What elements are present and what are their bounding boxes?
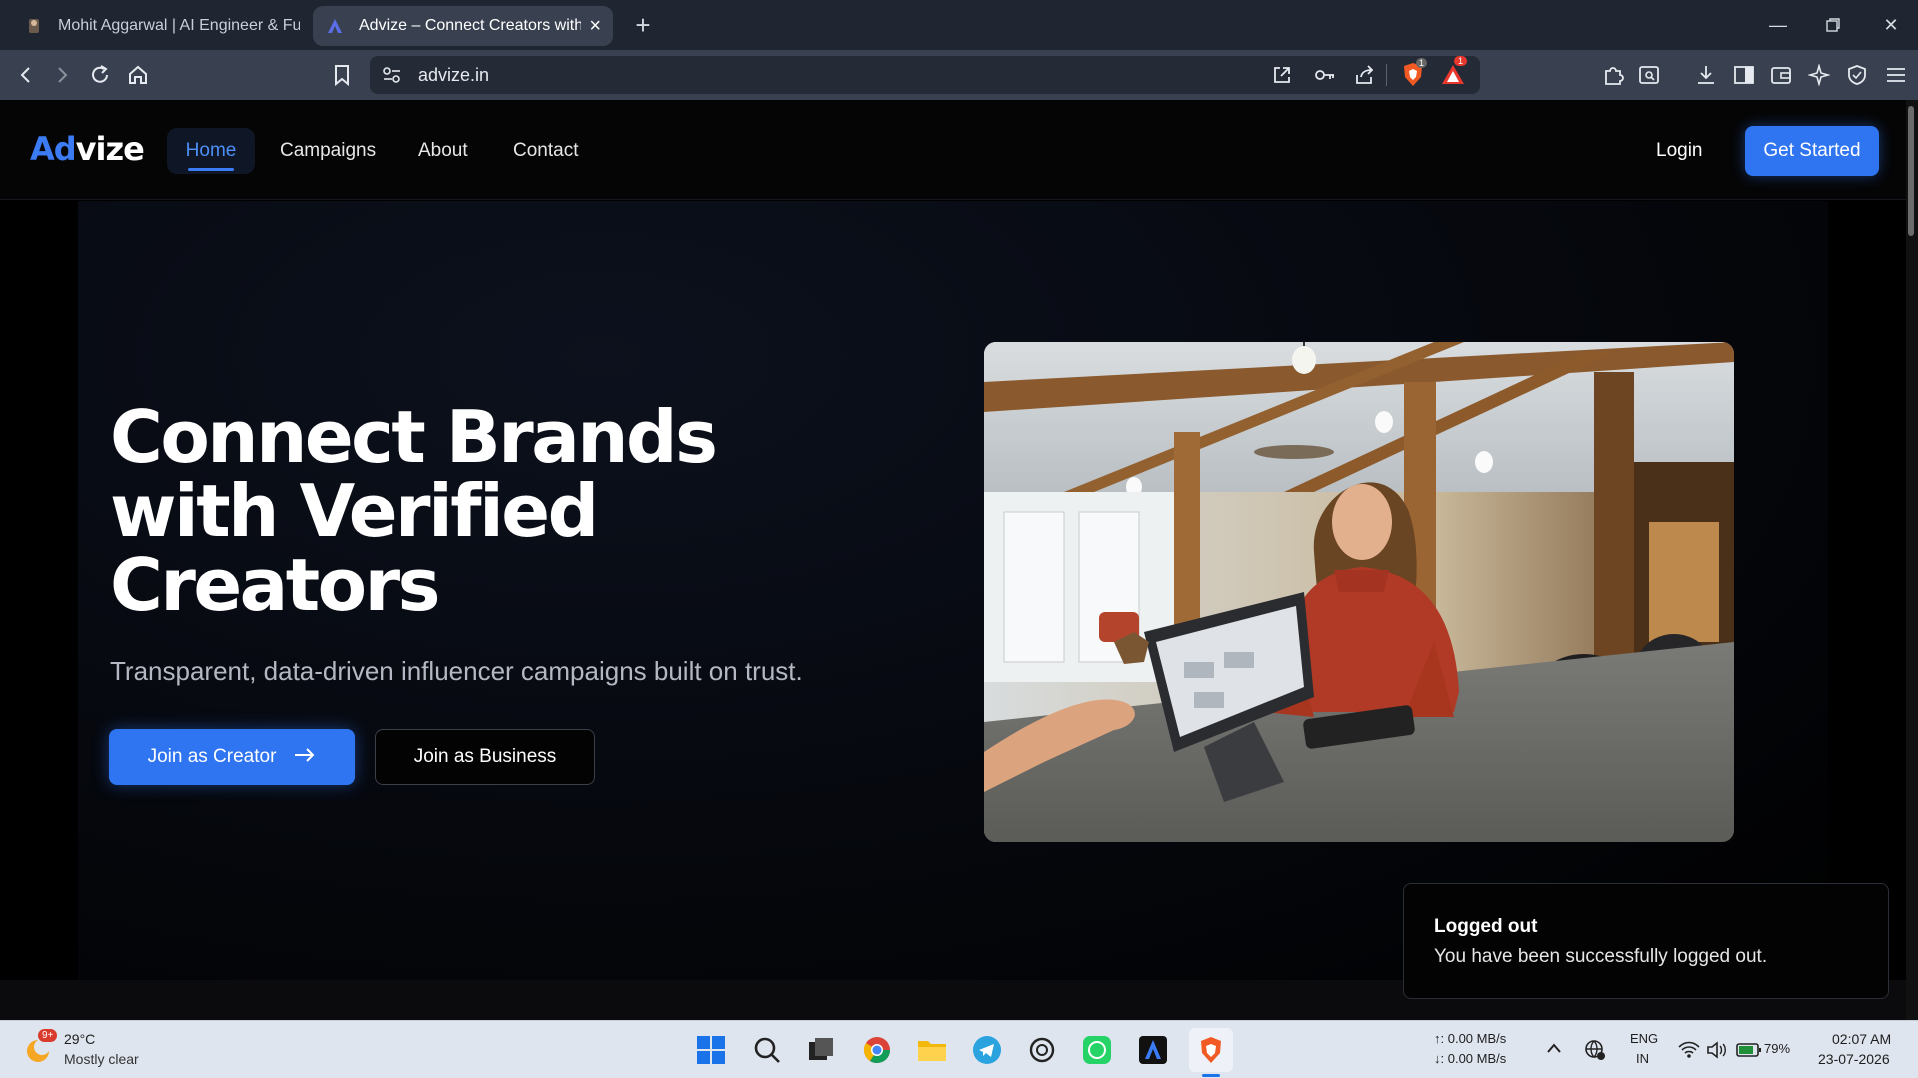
logo-suffix: vize bbox=[75, 130, 145, 168]
site-settings-icon[interactable] bbox=[382, 66, 402, 89]
site-navbar: Advize Home Campaigns About Contact Logi… bbox=[0, 100, 1906, 200]
region-code[interactable]: IN bbox=[1636, 1051, 1649, 1066]
back-icon[interactable] bbox=[10, 59, 42, 91]
join-as-creator-button[interactable]: Join as Creator bbox=[109, 729, 355, 785]
active-nav-underline bbox=[188, 168, 234, 171]
forward-icon[interactable] bbox=[46, 59, 78, 91]
close-window-icon[interactable]: ✕ bbox=[1871, 8, 1911, 42]
login-link[interactable]: Login bbox=[1656, 140, 1703, 162]
chatgpt-icon[interactable] bbox=[1023, 1031, 1061, 1069]
clock-date[interactable]: 23-07-2026 bbox=[1818, 1051, 1890, 1067]
weather-badge: 9+ bbox=[38, 1029, 58, 1042]
page-scrollbar[interactable] bbox=[1906, 100, 1918, 1020]
chrome-icon[interactable] bbox=[858, 1031, 896, 1069]
telegram-icon[interactable] bbox=[968, 1031, 1006, 1069]
windows-start-icon[interactable] bbox=[692, 1031, 730, 1069]
net-upload: ↑: 0.00 MB/s bbox=[1434, 1031, 1507, 1046]
share-icon[interactable] bbox=[1354, 65, 1376, 90]
join-as-business-button[interactable]: Join as Business bbox=[375, 729, 595, 785]
wifi-icon[interactable] bbox=[1678, 1041, 1700, 1064]
file-explorer-icon[interactable] bbox=[913, 1031, 951, 1069]
new-tab-icon[interactable]: + bbox=[628, 10, 658, 40]
shield-badge: 1 bbox=[1416, 58, 1428, 68]
open-external-icon[interactable] bbox=[1272, 65, 1292, 90]
browser-tab-bar: Mohit Aggarwal | AI Engineer & Full S Ad… bbox=[0, 0, 1918, 50]
tab-portfolio[interactable]: Mohit Aggarwal | AI Engineer & Full S bbox=[12, 6, 312, 46]
tab-advize[interactable]: Advize – Connect Creators with B × bbox=[313, 6, 613, 46]
download-icon[interactable] bbox=[1690, 59, 1722, 91]
search-icon[interactable] bbox=[748, 1031, 786, 1069]
advize-favicon-icon bbox=[325, 16, 345, 36]
brave-browser-icon[interactable] bbox=[1189, 1028, 1233, 1072]
arrow-right-icon bbox=[294, 746, 316, 768]
logout-toast: Logged out You have been successfully lo… bbox=[1403, 883, 1889, 999]
brave-rewards-icon[interactable] bbox=[1440, 63, 1466, 92]
address-bar[interactable]: advize.in 1 1 bbox=[370, 56, 1480, 94]
hero-title: Connect Brands with Verified Creators bbox=[110, 395, 718, 627]
bookmark-icon[interactable] bbox=[326, 59, 358, 91]
toast-title: Logged out bbox=[1434, 916, 1538, 937]
scrollbar-thumb[interactable] bbox=[1908, 106, 1914, 236]
active-app-indicator bbox=[1202, 1074, 1220, 1077]
tab-title: Mohit Aggarwal | AI Engineer & Full S bbox=[58, 17, 300, 34]
restore-icon[interactable] bbox=[1813, 8, 1853, 42]
reload-icon[interactable] bbox=[84, 59, 116, 91]
clock-time[interactable]: 02:07 AM bbox=[1832, 1031, 1891, 1047]
home-icon[interactable] bbox=[122, 59, 154, 91]
nav-contact-link[interactable]: Contact bbox=[513, 128, 578, 174]
os-taskbar: 9+ 29°C Mostly clear ↑: 0.00 MB/s ↓: 0.0… bbox=[0, 1020, 1918, 1078]
minimize-icon[interactable]: — bbox=[1758, 8, 1798, 42]
task-view-icon[interactable] bbox=[802, 1031, 840, 1069]
toast-message: You have been successfully logged out. bbox=[1434, 946, 1768, 967]
password-key-icon[interactable] bbox=[1314, 67, 1336, 88]
weather-temp[interactable]: 29°C bbox=[64, 1031, 95, 1047]
menu-icon[interactable] bbox=[1880, 59, 1912, 91]
vpn-shield-icon[interactable] bbox=[1841, 59, 1873, 91]
tab-title: Advize – Connect Creators with B bbox=[359, 17, 582, 34]
site-logo[interactable]: Advize bbox=[30, 130, 145, 168]
logo-prefix: Ad bbox=[30, 130, 77, 168]
get-started-button[interactable]: Get Started bbox=[1745, 126, 1879, 176]
alert-badge: 1 bbox=[1454, 56, 1468, 66]
nav-campaigns-link[interactable]: Campaigns bbox=[280, 128, 376, 174]
battery-percent: 79% bbox=[1764, 1041, 1791, 1056]
nav-about-link[interactable]: About bbox=[418, 128, 468, 174]
battery-icon[interactable] bbox=[1736, 1042, 1762, 1063]
url-text[interactable]: advize.in bbox=[418, 65, 489, 86]
leo-ai-icon[interactable] bbox=[1803, 59, 1835, 91]
close-tab-icon[interactable]: × bbox=[589, 15, 601, 38]
wallet-icon[interactable] bbox=[1765, 59, 1797, 91]
net-download: ↓: 0.00 MB/s bbox=[1434, 1051, 1507, 1066]
reader-mode-icon[interactable] bbox=[1633, 59, 1665, 91]
volume-icon[interactable] bbox=[1706, 1040, 1728, 1065]
network-globe-icon[interactable] bbox=[1584, 1039, 1606, 1066]
join-as-creator-label: Join as Creator bbox=[147, 746, 277, 767]
weather-desc[interactable]: Mostly clear bbox=[64, 1051, 139, 1067]
web-page: Advize Home Campaigns About Contact Logi… bbox=[0, 100, 1906, 1020]
portfolio-favicon-icon bbox=[24, 16, 44, 36]
extensions-icon[interactable] bbox=[1597, 59, 1629, 91]
hero-subtitle: Transparent, data-driven influencer camp… bbox=[110, 656, 803, 686]
browser-toolbar: advize.in 1 1 bbox=[0, 50, 1918, 100]
whatsapp-icon[interactable] bbox=[1078, 1031, 1116, 1069]
hero-image bbox=[984, 342, 1734, 842]
app-a-icon[interactable] bbox=[1134, 1031, 1172, 1069]
chevron-up-icon[interactable] bbox=[1546, 1041, 1562, 1059]
sidebar-toggle-icon[interactable] bbox=[1728, 59, 1760, 91]
lang-code[interactable]: ENG bbox=[1630, 1031, 1658, 1046]
toolbar-divider bbox=[1386, 64, 1387, 86]
